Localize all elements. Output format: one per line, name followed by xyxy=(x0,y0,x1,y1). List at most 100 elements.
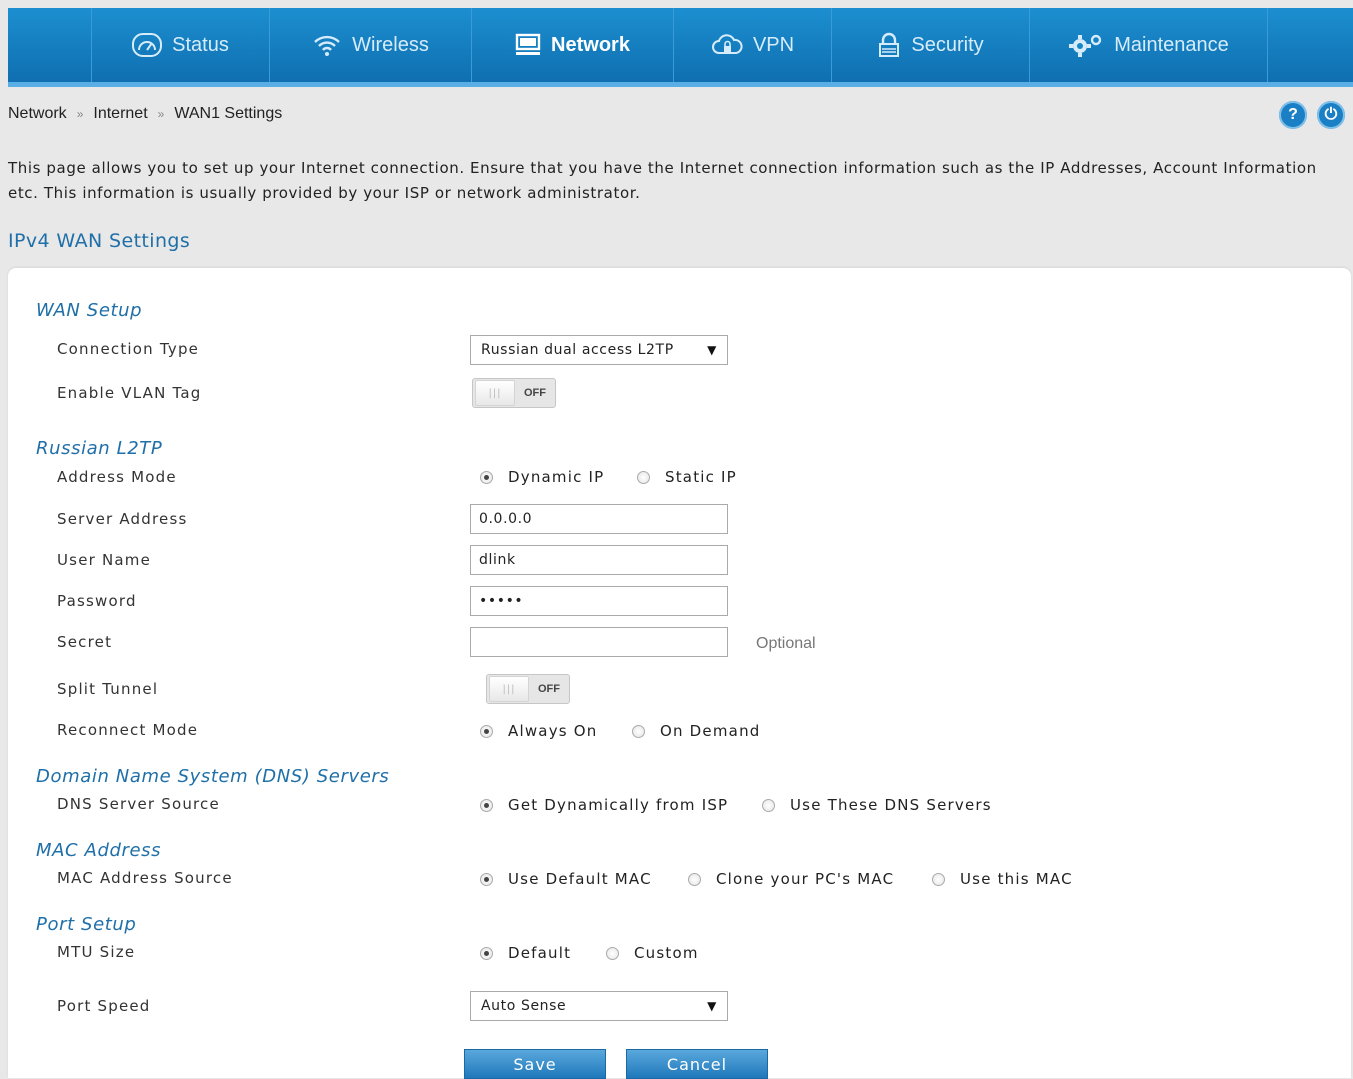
dns-dynamic-isp[interactable]: Get Dynamically from ISP xyxy=(480,796,728,814)
nav-label-maintenance: Maintenance xyxy=(1114,33,1229,56)
nav-tab-wireless[interactable]: Wireless xyxy=(270,8,472,82)
dropdown-arrow-icon: ▼ xyxy=(707,343,717,357)
radio-button[interactable] xyxy=(480,724,493,738)
radio-label: Custom xyxy=(634,944,699,962)
group-dns: Domain Name System (DNS) Servers xyxy=(36,766,390,787)
split-tunnel-state: OFF xyxy=(538,683,560,695)
group-mac: MAC Address xyxy=(36,840,162,861)
reconnect-mode-label: Reconnect Mode xyxy=(57,721,199,739)
nav-label-security: Security xyxy=(911,33,984,56)
radio-label: Use this MAC xyxy=(960,870,1073,888)
radio-button[interactable] xyxy=(762,798,775,812)
radio-label: Static IP xyxy=(665,468,737,486)
nav-tab-network[interactable]: Network xyxy=(472,8,674,82)
radio-button[interactable] xyxy=(606,946,619,960)
split-tunnel-label: Split Tunnel xyxy=(57,680,159,698)
nav-tab-maintenance[interactable]: Maintenance xyxy=(1030,8,1268,82)
logout-icon[interactable]: ⏻ xyxy=(1317,101,1345,129)
mac-clone-pc[interactable]: Clone your PC's MAC xyxy=(688,870,894,888)
vlan-tag-state: OFF xyxy=(524,387,546,399)
server-address-input[interactable]: 0.0.0.0 xyxy=(470,504,728,534)
group-russian-l2tp: Russian L2TP xyxy=(36,438,163,459)
password-label: Password xyxy=(57,592,137,610)
radio-button[interactable] xyxy=(480,470,493,484)
breadcrumb-separator: » xyxy=(157,107,165,121)
breadcrumb-wan1-settings: WAN1 Settings xyxy=(174,105,283,122)
help-icon[interactable]: ? xyxy=(1279,101,1307,129)
group-port-setup: Port Setup xyxy=(36,914,137,935)
user-name-label: User Name xyxy=(57,551,152,569)
nav-accent-bar xyxy=(8,82,1353,87)
gears-icon xyxy=(1068,33,1104,57)
radio-button[interactable] xyxy=(632,724,645,738)
nav-tab-status[interactable]: Status xyxy=(92,8,270,82)
dropdown-arrow-icon: ▼ xyxy=(707,999,717,1013)
settings-panel: WAN Setup Connection Type Russian dual a… xyxy=(8,268,1351,1079)
radio-label: Dynamic IP xyxy=(508,468,605,486)
split-tunnel-toggle[interactable]: ||| OFF xyxy=(486,674,570,704)
radio-button[interactable] xyxy=(688,872,701,886)
nav-spacer xyxy=(8,8,92,82)
secret-input[interactable] xyxy=(470,627,728,657)
radio-label: On Demand xyxy=(660,722,761,740)
secret-optional-hint: Optional xyxy=(756,635,816,652)
cancel-button[interactable]: Cancel xyxy=(626,1049,768,1079)
address-mode-label: Address Mode xyxy=(57,468,177,486)
page-description: This page allows you to set up your Inte… xyxy=(8,159,1317,202)
radio-button[interactable] xyxy=(637,470,650,484)
radio-button[interactable] xyxy=(480,872,493,886)
top-nav: Status Wireless Network VPN Security Mai… xyxy=(8,8,1353,82)
gauge-icon xyxy=(132,33,163,57)
monitor-icon xyxy=(515,33,541,57)
mac-use-default[interactable]: Use Default MAC xyxy=(480,870,652,888)
dns-use-these[interactable]: Use These DNS Servers xyxy=(762,796,992,814)
mac-use-this[interactable]: Use this MAC xyxy=(932,870,1073,888)
mtu-default[interactable]: Default xyxy=(480,944,571,962)
reconnect-on-demand[interactable]: On Demand xyxy=(632,722,761,740)
port-speed-label: Port Speed xyxy=(57,997,151,1015)
password-input[interactable]: ••••• xyxy=(470,586,728,616)
vlan-tag-toggle[interactable]: ||| OFF xyxy=(472,378,556,408)
mac-source-label: MAC Address Source xyxy=(57,869,233,887)
address-mode-static[interactable]: Static IP xyxy=(637,468,737,486)
radio-label: Clone your PC's MAC xyxy=(716,870,895,888)
radio-label: Use These DNS Servers xyxy=(790,796,992,814)
mtu-custom[interactable]: Custom xyxy=(606,944,699,962)
lock-icon xyxy=(877,32,901,58)
nav-label-network: Network xyxy=(551,33,630,56)
header-icons: ? ⏻ xyxy=(1279,101,1345,129)
port-speed-select[interactable]: Auto Sense ▼ xyxy=(470,991,728,1021)
toggle-knob: ||| xyxy=(489,676,529,702)
cloud-lock-icon xyxy=(711,33,743,57)
radio-button[interactable] xyxy=(480,946,493,960)
radio-button[interactable] xyxy=(480,798,493,812)
breadcrumb-network[interactable]: Network xyxy=(8,105,67,122)
nav-label-status: Status xyxy=(172,33,229,56)
server-address-label: Server Address xyxy=(57,510,188,528)
save-button[interactable]: Save xyxy=(464,1049,606,1079)
radio-button[interactable] xyxy=(932,872,945,886)
vlan-tag-label: Enable VLAN Tag xyxy=(57,384,202,402)
radio-label: Default xyxy=(508,944,572,962)
reconnect-always-on[interactable]: Always On xyxy=(480,722,597,740)
mtu-size-label: MTU Size xyxy=(57,943,136,961)
connection-type-value: Russian dual access L2TP xyxy=(481,342,674,358)
breadcrumb-separator: » xyxy=(76,107,84,121)
toggle-knob: ||| xyxy=(475,380,515,406)
user-name-input[interactable]: dlink xyxy=(470,545,728,575)
radio-label: Use Default MAC xyxy=(508,870,652,888)
nav-label-vpn: VPN xyxy=(752,33,795,56)
nav-tab-security[interactable]: Security xyxy=(832,8,1030,82)
secret-label: Secret xyxy=(57,633,113,651)
nav-label-wireless: Wireless xyxy=(352,33,429,56)
address-mode-dynamic[interactable]: Dynamic IP xyxy=(480,468,604,486)
nav-tab-vpn[interactable]: VPN xyxy=(674,8,832,82)
breadcrumb: Network » Internet » WAN1 Settings xyxy=(8,105,282,123)
section-title: IPv4 WAN Settings xyxy=(8,230,191,252)
radio-label: Get Dynamically from ISP xyxy=(508,796,729,814)
connection-type-label: Connection Type xyxy=(57,340,200,358)
connection-type-select[interactable]: Russian dual access L2TP ▼ xyxy=(470,335,728,365)
breadcrumb-internet[interactable]: Internet xyxy=(93,105,147,122)
wifi-icon xyxy=(312,33,342,57)
port-speed-value: Auto Sense xyxy=(481,998,567,1014)
